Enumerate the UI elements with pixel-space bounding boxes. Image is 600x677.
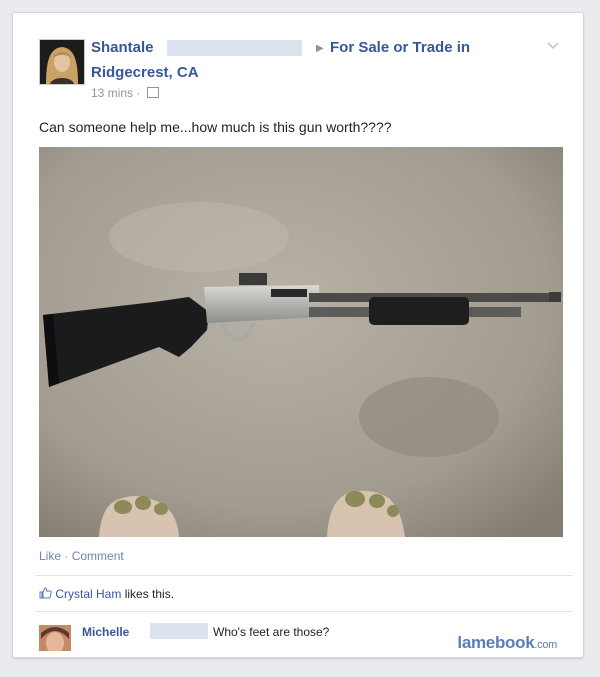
thumbs-up-icon (39, 587, 55, 601)
divider (35, 575, 573, 576)
action-separator: · (64, 549, 69, 563)
like-link[interactable]: Like (39, 549, 61, 563)
group-audience-icon[interactable] (146, 87, 159, 98)
post-photo[interactable] (39, 147, 563, 537)
commenter-name-link[interactable]: Michelle (82, 625, 129, 639)
post-timestamp[interactable]: 13 mins (91, 86, 133, 100)
author-avatar[interactable] (39, 39, 85, 85)
group-location-link[interactable]: Ridgecrest, CA (91, 64, 199, 81)
divider (35, 611, 573, 612)
redacted-surname (150, 623, 208, 639)
post-card: Shantale ▶ For Sale or Trade in Ridgecre… (12, 12, 584, 658)
post-header: Shantale ▶ For Sale or Trade in (91, 39, 561, 59)
liker-name-link[interactable]: Crystal Ham (55, 587, 121, 601)
author-name[interactable]: Shantale (91, 39, 154, 56)
group-name-link[interactable]: For Sale or Trade in (330, 39, 470, 56)
arrow-right-icon: ▶ (316, 43, 324, 54)
post-meta: 13 mins · (91, 86, 159, 100)
post-actions: Like · Comment (39, 549, 124, 563)
shotgun-photo (39, 147, 563, 537)
meta-separator: · (136, 86, 141, 100)
chevron-down-icon[interactable] (547, 39, 559, 53)
comment-text: Who's feet are those? (213, 625, 330, 639)
lamebook-watermark: lamebook.com (457, 633, 557, 653)
commenter-avatar[interactable] (39, 625, 71, 651)
likes-summary: Crystal Ham likes this. (39, 587, 174, 601)
comment-link[interactable]: Comment (72, 549, 124, 563)
likes-suffix: likes this. (124, 587, 175, 601)
watermark-domain: .com (534, 639, 557, 651)
post-body-text: Can someone help me...how much is this g… (39, 119, 392, 135)
redacted-surname (167, 40, 302, 56)
avatar-photo (40, 40, 84, 84)
watermark-brand: lamebook (457, 633, 535, 652)
